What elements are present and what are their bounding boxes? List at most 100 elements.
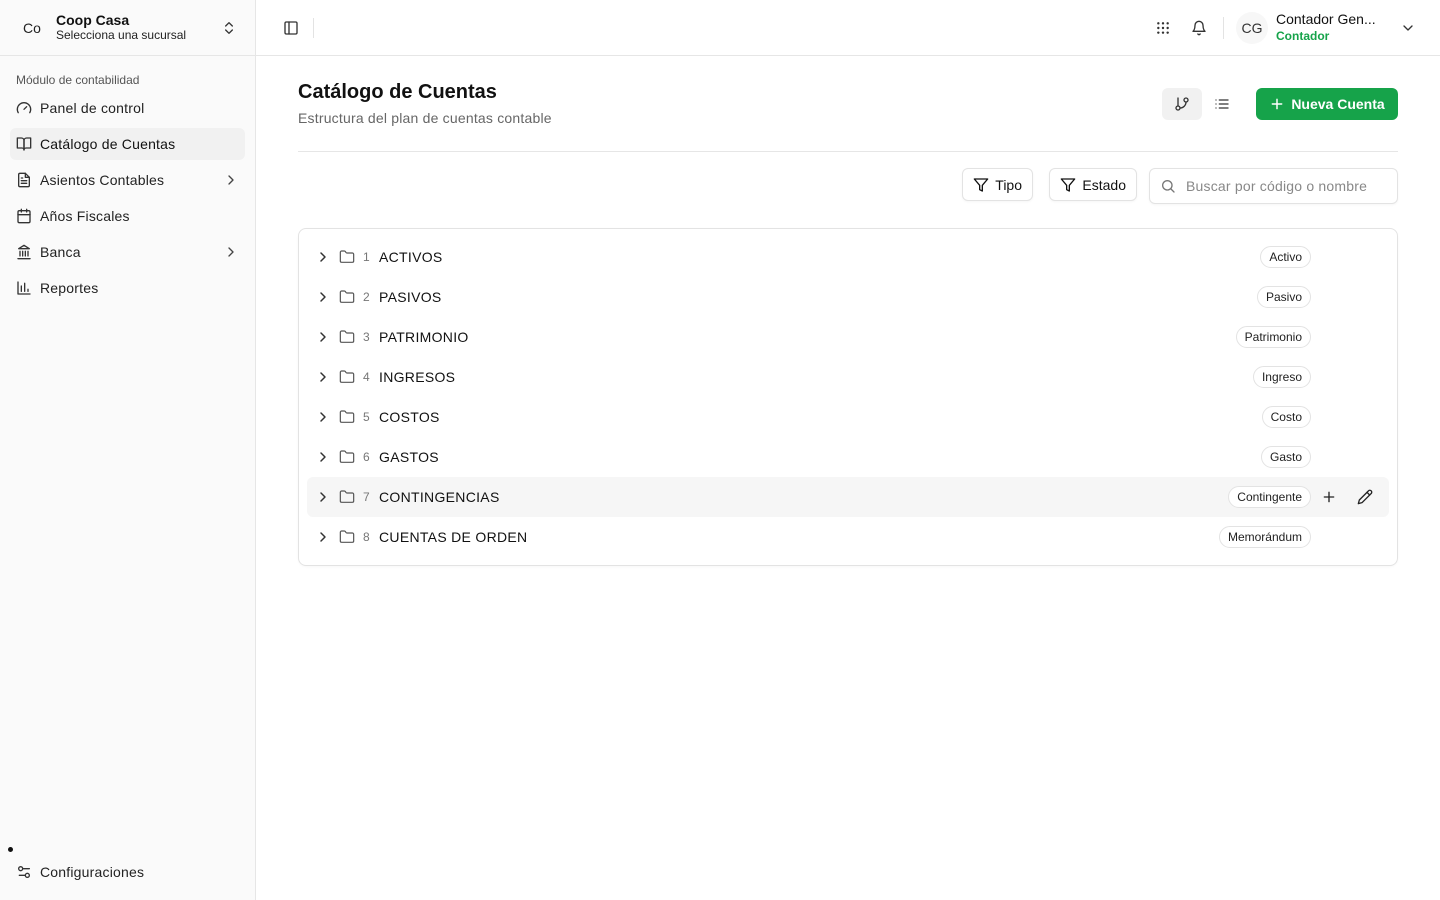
- chevron-right-icon[interactable]: [315, 449, 331, 465]
- chevron-down-icon: [1400, 20, 1416, 36]
- tree-row[interactable]: 8 CUENTAS DE ORDEN Memorándum: [307, 517, 1389, 557]
- filter-icon: [1060, 177, 1082, 193]
- account-type-badge: Contingente: [1228, 486, 1311, 508]
- filters-bar: Tipo Estado: [298, 152, 1398, 228]
- sidebar-item-label: Configuraciones: [40, 864, 145, 880]
- new-account-button[interactable]: Nueva Cuenta: [1256, 88, 1398, 120]
- tree-row[interactable]: 1 ACTIVOS Activo: [307, 237, 1389, 277]
- org-subtitle: Selecciona una sucursal: [56, 28, 187, 43]
- folder-icon: [339, 369, 355, 385]
- org-avatar: Co: [23, 19, 41, 36]
- account-name: GASTOS: [379, 449, 439, 465]
- chevron-right-icon[interactable]: [315, 369, 331, 385]
- folder-icon: [339, 249, 355, 265]
- chevron-right-icon[interactable]: [315, 329, 331, 345]
- edit-account-button[interactable]: [1351, 483, 1379, 511]
- folder-icon: [339, 409, 355, 425]
- tree-row[interactable]: 7 CONTINGENCIAS Contingente: [307, 477, 1389, 517]
- chevrons-up-down-icon: [221, 20, 237, 36]
- sidebar-group-label: Módulo de contabilidad: [16, 73, 140, 87]
- account-name: COSTOS: [379, 409, 440, 425]
- account-code: 8: [363, 530, 370, 544]
- org-switcher[interactable]: Co Coop Casa Selecciona una sucursal: [0, 0, 255, 56]
- git-branch-icon: [1174, 96, 1190, 112]
- folder-icon: [339, 489, 355, 505]
- page-subtitle: Estructura del plan de cuentas contable: [298, 110, 552, 126]
- file-text-icon: [16, 172, 32, 188]
- user-name: Contador Gen...: [1276, 12, 1376, 28]
- account-name: CONTINGENCIAS: [379, 489, 500, 505]
- tree-row[interactable]: 5 COSTOS Costo: [307, 397, 1389, 437]
- apps-button[interactable]: [1149, 14, 1177, 42]
- sidebar-item-label: Panel de control: [40, 100, 145, 116]
- account-name: PATRIMONIO: [379, 329, 469, 345]
- list-view-button[interactable]: [1202, 88, 1242, 120]
- type-filter-label: Tipo: [995, 176, 1022, 193]
- chevron-right-icon[interactable]: [315, 249, 331, 265]
- folder-icon: [339, 329, 355, 345]
- account-name: ACTIVOS: [379, 249, 443, 265]
- chevron-right-icon[interactable]: [315, 529, 331, 545]
- account-type-badge: Patrimonio: [1235, 326, 1311, 348]
- sidebar-item-anos-fiscales[interactable]: Años Fiscales: [10, 200, 245, 232]
- folder-icon: [339, 449, 355, 465]
- sidebar: Co Coop Casa Selecciona una sucursal Mód…: [0, 0, 256, 900]
- calendar-icon: [16, 208, 32, 224]
- sidebar-nav: Panel de control Catálogo de Cuentas Asi…: [0, 92, 255, 304]
- grid-icon: [1155, 20, 1171, 36]
- sidebar-toggle-button[interactable]: [277, 14, 305, 42]
- tree-view-button[interactable]: [1162, 88, 1202, 120]
- add-child-button[interactable]: [1315, 483, 1343, 511]
- chevron-right-icon[interactable]: [315, 289, 331, 305]
- book-open-icon: [16, 136, 32, 152]
- sidebar-item-label: Asientos Contables: [40, 172, 165, 188]
- tree-row[interactable]: 2 PASIVOS Pasivo: [307, 277, 1389, 317]
- search-input[interactable]: [1186, 178, 1386, 194]
- account-code: 6: [363, 450, 370, 464]
- type-filter-button[interactable]: Tipo: [962, 168, 1033, 201]
- user-menu[interactable]: CG Contador Gen... Contador: [1236, 11, 1440, 44]
- plus-icon: [1269, 96, 1291, 112]
- view-toggle: [1162, 88, 1242, 120]
- user-role: Contador: [1276, 28, 1330, 43]
- search-icon: [1160, 178, 1186, 194]
- new-account-label: Nueva Cuenta: [1291, 96, 1385, 112]
- account-name: INGRESOS: [379, 369, 456, 385]
- tree-row[interactable]: 6 GASTOS Gasto: [307, 437, 1389, 477]
- sidebar-item-label: Catálogo de Cuentas: [40, 136, 176, 152]
- pencil-icon: [1357, 489, 1373, 505]
- account-code: 2: [363, 290, 370, 304]
- status-dot: [8, 847, 13, 852]
- status-filter-label: Estado: [1082, 176, 1126, 193]
- bell-icon: [1191, 20, 1207, 36]
- topbar-divider: [1223, 16, 1224, 39]
- org-name: Coop Casa: [56, 12, 130, 29]
- account-code: 5: [363, 410, 370, 424]
- sidebar-item-reportes[interactable]: Reportes: [10, 272, 245, 304]
- status-filter-button[interactable]: Estado: [1049, 168, 1137, 201]
- account-type-badge: Costo: [1261, 406, 1311, 428]
- sidebar-item-panel-de-control[interactable]: Panel de control: [10, 92, 245, 124]
- bar-chart-icon: [16, 280, 32, 296]
- notifications-button[interactable]: [1185, 14, 1213, 42]
- account-name: PASIVOS: [379, 289, 442, 305]
- chevron-right-icon: [223, 244, 239, 260]
- plus-icon: [1321, 489, 1337, 505]
- account-code: 3: [363, 330, 370, 344]
- account-type-badge: Pasivo: [1256, 286, 1311, 308]
- tree-row[interactable]: 3 PATRIMONIO Patrimonio: [307, 317, 1389, 357]
- sidebar-item-banca[interactable]: Banca: [10, 236, 245, 268]
- chevron-right-icon[interactable]: [315, 409, 331, 425]
- account-code: 7: [363, 490, 370, 504]
- sidebar-item-catalogo-de-cuentas[interactable]: Catálogo de Cuentas: [10, 128, 245, 160]
- folder-icon: [339, 529, 355, 545]
- topbar: CG Contador Gen... Contador: [256, 0, 1440, 56]
- chevron-right-icon[interactable]: [315, 489, 331, 505]
- tree-row[interactable]: 4 INGRESOS Ingreso: [307, 357, 1389, 397]
- avatar: CG: [1236, 11, 1268, 44]
- sidebar-item-asientos-contables[interactable]: Asientos Contables: [10, 164, 245, 196]
- page-title: Catálogo de Cuentas: [298, 81, 497, 103]
- folder-icon: [339, 289, 355, 305]
- sidebar-item-configuraciones[interactable]: Configuraciones: [10, 856, 246, 888]
- account-type-badge: Ingreso: [1252, 366, 1311, 388]
